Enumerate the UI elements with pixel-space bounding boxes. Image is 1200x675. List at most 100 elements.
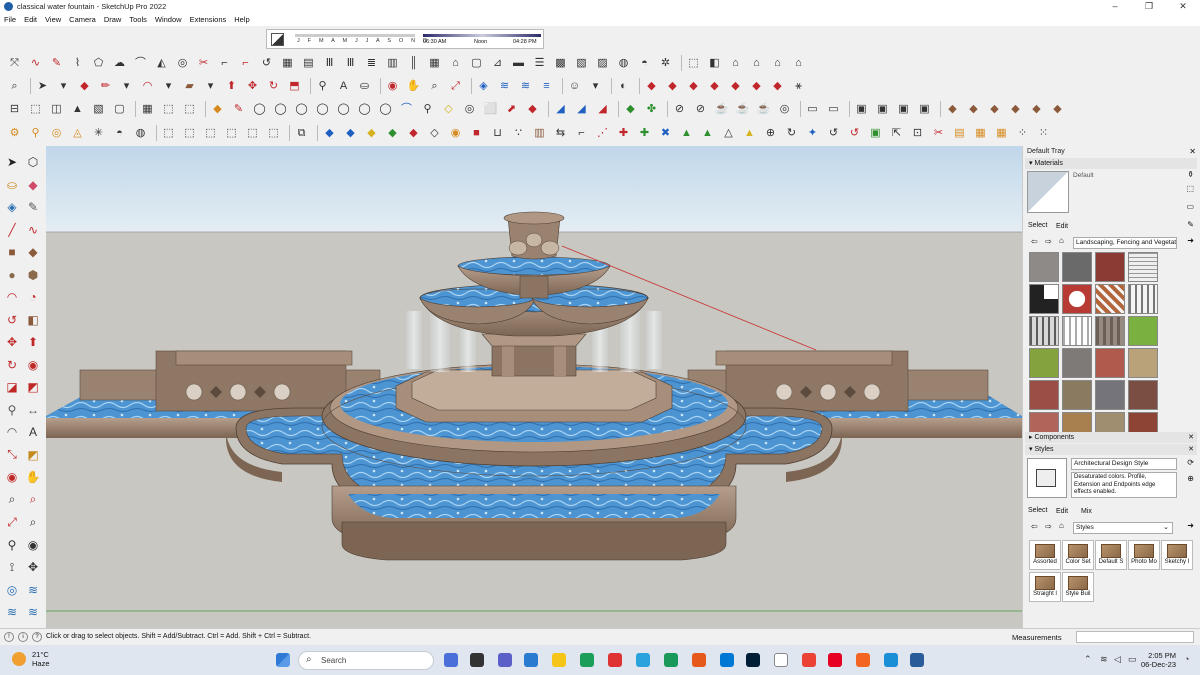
block-icon[interactable]: ▨ bbox=[594, 55, 611, 72]
walk-icon[interactable]: ⟟ bbox=[3, 558, 21, 576]
section-display-icon[interactable]: ⧉ bbox=[293, 125, 310, 142]
material-swatch[interactable] bbox=[1062, 252, 1092, 282]
wall-icon[interactable]: ▥ bbox=[384, 55, 401, 72]
time-slider[interactable] bbox=[423, 34, 541, 37]
style-thumb-photo[interactable]: Photo Mo bbox=[1128, 540, 1160, 570]
view-back-icon[interactable]: ⬚ bbox=[244, 125, 261, 142]
styles-close-icon[interactable]: ✕ bbox=[1188, 444, 1194, 455]
pie-icon[interactable]: ◔ bbox=[24, 288, 42, 306]
taskbar-search[interactable]: Search bbox=[298, 651, 434, 670]
dome-icon[interactable]: ◓ bbox=[636, 55, 653, 72]
scale-icon[interactable]: ⬚ bbox=[181, 101, 198, 118]
grid-orange-2-icon[interactable]: ▦ bbox=[993, 125, 1010, 142]
cycle-icon[interactable]: ↺ bbox=[846, 125, 863, 142]
position-camera-icon[interactable]: ⚲ bbox=[3, 536, 21, 554]
style-description[interactable]: Desaturated colors. Profile, Extension a… bbox=[1071, 472, 1177, 498]
follow-me-icon[interactable]: ◉ bbox=[24, 356, 42, 374]
vertex-icon[interactable]: ∵ bbox=[510, 125, 527, 142]
materials-select-tab[interactable]: Select bbox=[1028, 222, 1047, 229]
style-thumb-default[interactable]: Default S bbox=[1095, 540, 1127, 570]
app-orange-icon[interactable] bbox=[692, 653, 706, 667]
update-style-icon[interactable]: ⟳ bbox=[1187, 458, 1194, 467]
chevron-down-icon[interactable]: ▾ bbox=[587, 78, 604, 95]
weather-icon[interactable] bbox=[12, 652, 26, 666]
dimension-icon[interactable]: ↔ bbox=[24, 401, 42, 419]
spin-icon[interactable]: ◎ bbox=[461, 101, 478, 118]
chevron-down-icon[interactable]: ▾ bbox=[55, 78, 72, 95]
tri-outline-icon[interactable]: △ bbox=[720, 125, 737, 142]
arc-icon[interactable]: ◠ bbox=[3, 288, 21, 306]
component-3-icon[interactable]: ◎ bbox=[48, 125, 65, 142]
material-swatch[interactable] bbox=[1029, 252, 1059, 282]
eraser-icon[interactable]: ◆ bbox=[76, 78, 93, 95]
material-swatch[interactable] bbox=[1062, 348, 1092, 378]
home-icon[interactable]: ⌂ bbox=[1059, 521, 1064, 530]
lasso-select-icon[interactable]: ◇ bbox=[440, 101, 457, 118]
zoom-window-icon[interactable]: ⌕ bbox=[24, 491, 42, 509]
details-arrow-icon[interactable]: ➜ bbox=[1187, 236, 1194, 245]
close-button[interactable]: ✕ bbox=[1166, 0, 1200, 13]
offset-tool-icon[interactable]: ◩ bbox=[24, 378, 42, 396]
zoom-icon[interactable]: ⌕ bbox=[3, 491, 21, 509]
component-7-icon[interactable]: ◍ bbox=[132, 125, 149, 142]
view-top-icon[interactable]: ⬚ bbox=[181, 125, 198, 142]
paint-brush-icon[interactable]: ⬈ bbox=[503, 101, 520, 118]
credit-icon[interactable]: ? bbox=[32, 632, 42, 642]
grid-tool-icon[interactable]: ▦ bbox=[139, 101, 156, 118]
diamond-yellow-icon[interactable]: ◆ bbox=[363, 125, 380, 142]
material-swatch[interactable] bbox=[1029, 316, 1059, 346]
axes-icon[interactable]: ⤡ bbox=[3, 446, 21, 464]
loft-icon[interactable]: ⌒ bbox=[132, 55, 149, 72]
opera-icon[interactable] bbox=[608, 653, 622, 667]
drape-icon[interactable]: ≋ bbox=[24, 603, 42, 621]
volume-icon[interactable]: ◁ bbox=[1114, 654, 1121, 665]
terrain-icon[interactable]: ◆ bbox=[622, 101, 639, 118]
ring-5-icon[interactable]: ◯ bbox=[335, 101, 352, 118]
material-swatch[interactable] bbox=[1128, 284, 1158, 314]
move-tool-icon[interactable]: ✥ bbox=[244, 78, 261, 95]
previous-view-icon[interactable]: ⌕ bbox=[24, 513, 42, 531]
push-pull-icon[interactable]: ⬆ bbox=[24, 333, 42, 351]
circle-tool-1-icon[interactable]: ⊘ bbox=[671, 101, 688, 118]
roof-icon[interactable]: ⌂ bbox=[447, 55, 464, 72]
hatch-icon[interactable]: ▧ bbox=[90, 101, 107, 118]
model-viewport[interactable] bbox=[46, 146, 1022, 628]
target-icon[interactable]: ◎ bbox=[776, 101, 793, 118]
shadow-toggle-icon[interactable] bbox=[271, 33, 284, 46]
frame-icon[interactable]: ▢ bbox=[468, 55, 485, 72]
view-left-icon[interactable]: ⬚ bbox=[265, 125, 282, 142]
photoshop-icon[interactable] bbox=[746, 653, 760, 667]
component-4-icon[interactable]: ◬ bbox=[69, 125, 86, 142]
ring-7-icon[interactable]: ◯ bbox=[377, 101, 394, 118]
style-name-field[interactable]: Architectural Design Style bbox=[1071, 458, 1177, 470]
panel-icon[interactable]: ▤ bbox=[300, 55, 317, 72]
material-swatch[interactable] bbox=[1029, 348, 1059, 378]
export-icon[interactable]: ⇱ bbox=[888, 125, 905, 142]
sample-paint-icon[interactable]: ⚱ bbox=[1187, 170, 1194, 179]
material-swatch[interactable] bbox=[1095, 252, 1125, 282]
fillet-icon[interactable]: ⌐ bbox=[237, 55, 254, 72]
diamond-blue-2-icon[interactable]: ◆ bbox=[342, 125, 359, 142]
move-icon[interactable]: ⤧ bbox=[6, 55, 23, 72]
styles-section-header[interactable]: ▾ Styles ✕ bbox=[1025, 444, 1197, 455]
style-thumb-sketchy[interactable]: Sketchy I bbox=[1161, 540, 1193, 570]
zoom-extents-icon[interactable]: ⤢ bbox=[3, 513, 21, 531]
stack-icon[interactable]: ▤ bbox=[951, 125, 968, 142]
window-icon[interactable]: ▦ bbox=[426, 55, 443, 72]
lattice-icon[interactable]: ▧ bbox=[573, 55, 590, 72]
default-material-icon[interactable]: ▭ bbox=[1186, 202, 1194, 211]
material-swatch[interactable] bbox=[1062, 284, 1092, 314]
material-swatch[interactable] bbox=[1029, 380, 1059, 410]
material-2-icon[interactable]: ◆ bbox=[965, 101, 982, 118]
lasso-tool-icon[interactable]: ⬡ bbox=[24, 153, 42, 171]
lens-icon[interactable]: ⚲ bbox=[419, 101, 436, 118]
app-blue-icon[interactable] bbox=[720, 653, 734, 667]
railing-icon[interactable]: Ⅲ bbox=[342, 55, 359, 72]
cube-icon[interactable]: ⬚ bbox=[685, 55, 702, 72]
components-close-icon[interactable]: ✕ bbox=[1188, 432, 1194, 443]
scissor-icon[interactable]: ✂ bbox=[930, 125, 947, 142]
view-right-icon[interactable]: ⬚ bbox=[223, 125, 240, 142]
material-swatch[interactable] bbox=[1095, 348, 1125, 378]
panel-2-icon[interactable]: ▣ bbox=[874, 101, 891, 118]
extrude-icon[interactable]: ◭ bbox=[153, 55, 170, 72]
